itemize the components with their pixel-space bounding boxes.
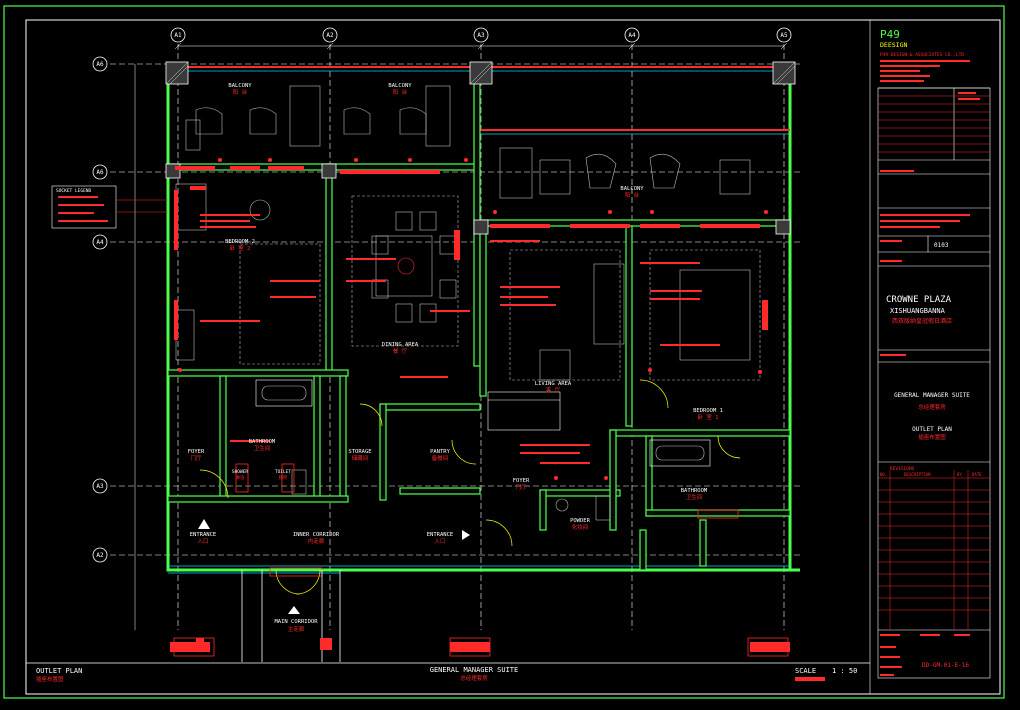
- firm-address-lines: [880, 60, 970, 82]
- furniture: [175, 85, 761, 521]
- room-label-shower-cn: 淋浴: [236, 474, 245, 481]
- sheet-title-plan-cn: 插座布置图: [918, 433, 946, 441]
- room-label-living: LIVING AREA: [535, 381, 572, 387]
- room-label-bathroom-left: BATHROOM: [249, 439, 276, 445]
- grid-axes: [110, 44, 800, 630]
- outer-frame: [3, 5, 1005, 699]
- room-label-balcony-mid-cn: 阳 台: [393, 88, 408, 96]
- bottom-suite-name: GENERAL MANAGER SUITE: [430, 666, 519, 674]
- grid-label-row-2: A6: [96, 169, 104, 176]
- cad-drawing-sheet: A1 A2 A3 A4 A5 A6 A6 A4 A3 A2 SOCKET LEG…: [3, 5, 1005, 699]
- grid-label-col-2: A2: [326, 32, 334, 39]
- entrance-arrow-icon: [288, 606, 300, 614]
- room-label-bedroom-1-cn: 卧 室 1: [698, 413, 719, 421]
- room-label-inner-corridor-cn: 内走廊: [308, 537, 325, 545]
- grid-label-row-5: A2: [96, 552, 104, 559]
- room-label-balcony-right: BALCONY: [620, 186, 644, 192]
- scale-value: 1 : 50: [832, 667, 857, 675]
- project-name-line-1: CROWNE PLAZA: [886, 295, 952, 305]
- room-label-entrance-left: ENTRANCE: [190, 532, 217, 538]
- entrance-arrow-icon: [462, 530, 470, 540]
- room-label-bathroom-left-cn: 卫生间: [254, 444, 271, 452]
- grid-label-col-4: A4: [628, 32, 636, 39]
- room-label-entrance-right-cn: 入口: [434, 538, 445, 545]
- grid-label-col-3: A3: [477, 32, 485, 39]
- grid-label-row-3: A4: [96, 239, 104, 246]
- project-number: 0103: [934, 242, 949, 249]
- room-label-balcony-left: BALCONY: [228, 83, 252, 89]
- electrical-note-box: [487, 391, 561, 431]
- revision-col-description: DESCRIPTION: [904, 472, 931, 477]
- room-label-foyer-left-cn: 门厅: [190, 454, 202, 462]
- room-label-dining: DINING AREA: [382, 342, 419, 348]
- room-label-inner-corridor: INNER CORRIDOR: [293, 532, 340, 538]
- firm-name: P49 DESIGN & ASSOCIATES CO.,LTD: [880, 52, 964, 58]
- title-block-red-rows: [878, 95, 990, 630]
- room-label-pantry-cn: 备餐间: [432, 454, 449, 462]
- inner-frame: [25, 19, 1001, 695]
- room-label-storage-cn: 储藏间: [352, 454, 369, 462]
- revision-col-no: NO.: [880, 472, 887, 477]
- room-label-entrance-right: ENTRANCE: [427, 532, 454, 538]
- room-label-shower: SHOWER: [232, 469, 249, 475]
- sheet-title-plan: OUTLET PLAN: [912, 426, 952, 433]
- room-label-balcony-left-cn: 阳 台: [233, 88, 248, 96]
- grid-label-col-1: A1: [174, 32, 182, 39]
- bottom-drawing-title-cn: 插座布置图: [36, 675, 64, 683]
- firm-logo-sub: DEESIGN: [880, 41, 907, 49]
- room-label-storage: STORAGE: [348, 449, 371, 455]
- room-label-main-corridor-cn: 主走廊: [288, 625, 305, 633]
- title-block-fields: [880, 92, 980, 676]
- sheet-title-suite-cn: 总经理套房: [918, 403, 946, 411]
- room-label-pantry: PANTRY: [430, 449, 451, 455]
- grid-bubbles: [92, 27, 792, 563]
- room-label-living-cn: 客 厅: [546, 386, 561, 394]
- sheet-title-suite: GENERAL MANAGER SUITE: [894, 392, 970, 399]
- project-name-cn: 西双版纳皇冠假日酒店: [892, 317, 952, 325]
- room-label-foyer-right: FOYER: [513, 478, 530, 484]
- room-label-toilet: TOILET: [275, 469, 292, 475]
- project-name-line-2: XISHUANGBANNA: [890, 307, 946, 315]
- revision-col-date: DATE: [972, 472, 982, 477]
- scale-label: SCALE: [795, 667, 816, 675]
- room-label-bathroom-right: BATHROOM: [681, 488, 708, 494]
- room-label-balcony-mid: BALCONY: [388, 83, 412, 89]
- room-label-bedroom-1: BEDROOM 1: [693, 408, 723, 414]
- doors: [199, 379, 741, 595]
- room-label-powder-cn: 化妆间: [572, 523, 589, 531]
- legend-lines: [58, 196, 108, 222]
- firm-logo: P49: [880, 28, 900, 41]
- grid-label-col-5: A5: [780, 32, 788, 39]
- grid-label-row-1: A6: [96, 61, 104, 68]
- grid-label-row-4: A3: [96, 483, 104, 490]
- socket-legend-title: SOCKET LEGEND: [56, 188, 92, 194]
- room-label-foyer-left: FOYER: [188, 449, 205, 455]
- room-label-bedroom-2: BEDROOM 2: [225, 239, 255, 245]
- room-label-powder: POWDER: [570, 518, 591, 524]
- bottom-drawing-title: OUTLET PLAN: [36, 667, 82, 675]
- drawing-number: DD-GM-01-E-16: [922, 662, 969, 669]
- room-label-toilet-cn: 厕所: [279, 474, 288, 481]
- room-label-entrance-left-cn: 入口: [197, 538, 208, 545]
- room-label-main-corridor: MAIN CORRIDOR: [274, 619, 318, 625]
- room-label-dining-cn: 餐 厅: [393, 347, 408, 355]
- bottom-suite-name-cn: 总经理套房: [460, 674, 488, 682]
- room-label-foyer-right-cn: 门厅: [515, 483, 527, 491]
- entrance-arrow-icon: [198, 519, 210, 529]
- room-label-bathroom-right-cn: 卫生间: [686, 493, 703, 501]
- title-block: [869, 20, 991, 694]
- scale-note: [795, 677, 825, 681]
- room-label-bedroom-2-cn: 卧 室 2: [230, 244, 251, 252]
- revision-col-by: BY: [957, 472, 962, 477]
- room-label-balcony-right-cn: 阳 台: [625, 191, 640, 199]
